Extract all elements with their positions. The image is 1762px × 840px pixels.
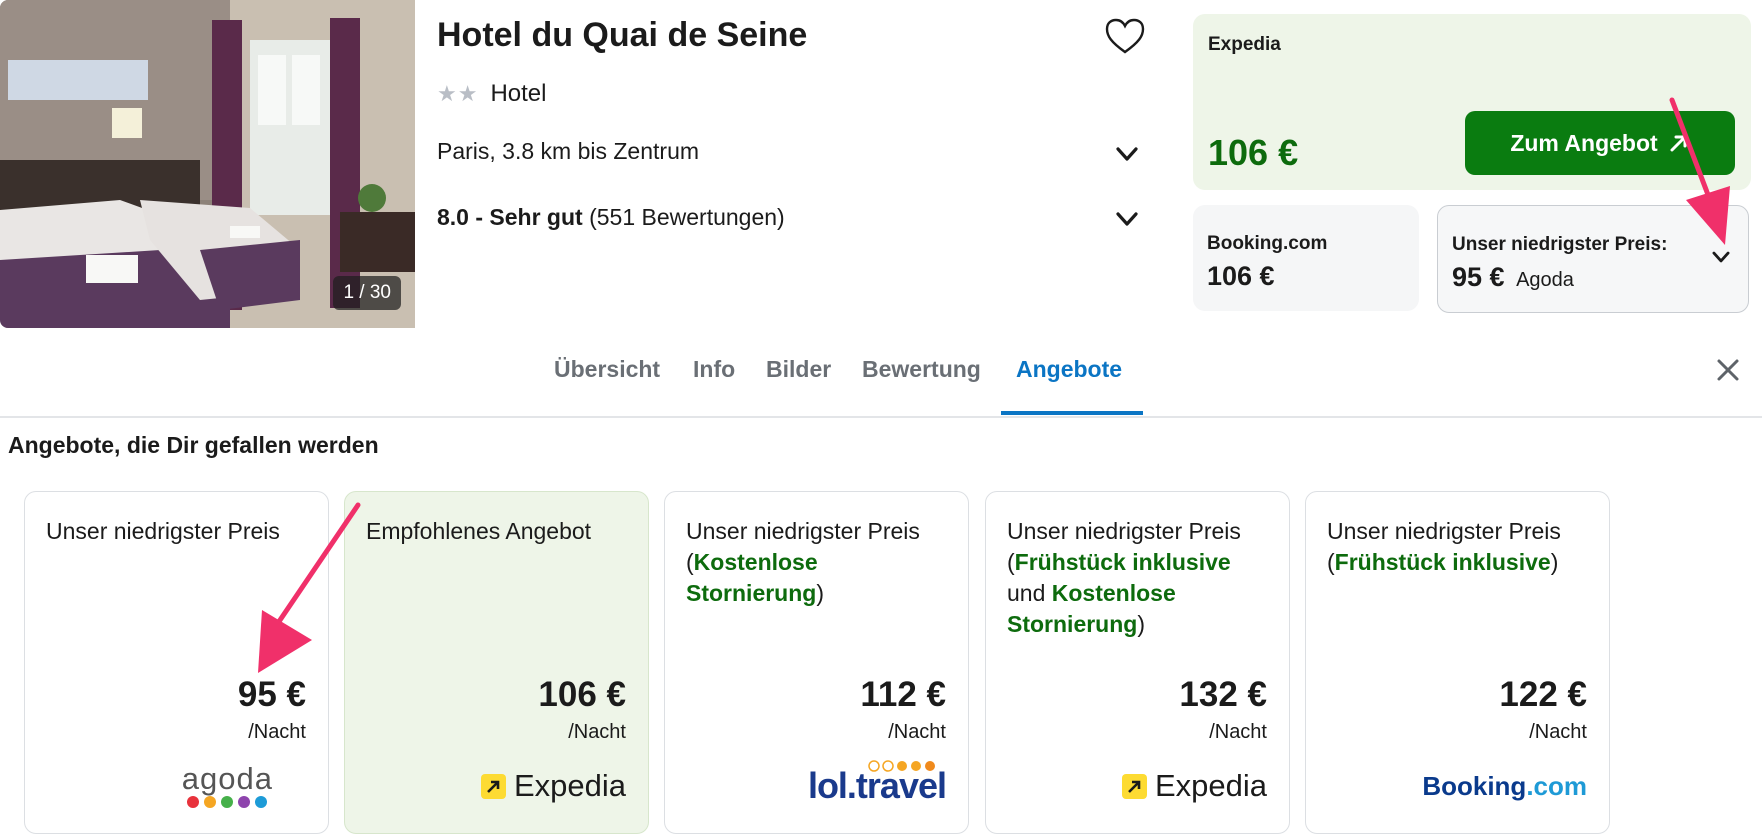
lol-travel-circles-icon	[868, 760, 935, 772]
expedia-logo: Expedia	[480, 760, 626, 812]
card-title-prefix: Unser niedrigster Preis	[686, 518, 920, 544]
hotel-rating: 8.0 - Sehr gut (551 Bewertungen)	[437, 204, 785, 231]
lowest-price-label: Unser niedrigster Preis:	[1452, 234, 1668, 255]
expedia-wordmark: Expedia	[1154, 768, 1267, 803]
card-title-prefix: Unser niedrigster Preis	[1327, 518, 1561, 544]
card-per-night: /Nacht	[888, 721, 946, 743]
offer-card-breakfast[interactable]: Unser niedrigster Preis (Frühstück inklus…	[1305, 491, 1610, 834]
section-title: Angebote, die Dir gefallen werden	[8, 432, 379, 458]
tab-info[interactable]: Info	[693, 356, 735, 383]
hotel-location: Paris, 3.8 km bis Zentrum	[437, 138, 700, 164]
tab-bilder[interactable]: Bilder	[766, 356, 831, 383]
expedia-arrow-icon	[480, 773, 506, 799]
zum-angebot-label: Zum Angebot	[1510, 129, 1658, 156]
tab-bewertung[interactable]: Bewertung	[862, 356, 981, 383]
agoda-logo: agoda	[182, 760, 273, 812]
main-deal-box: Expedia 106 € Zum Angebot	[1193, 14, 1751, 190]
chevron-down-icon[interactable]	[1113, 140, 1141, 168]
booking-deal-box[interactable]: Booking.com 106 €	[1193, 205, 1419, 311]
rating-count: (551 Bewertungen)	[589, 204, 785, 230]
booking-wordmark-main: Booking	[1422, 770, 1527, 801]
card-title: Empfohlenes Angebot	[366, 518, 592, 544]
card-title: Unser niedrigster Preis (Kostenlose Storn…	[686, 518, 920, 606]
rating-score: 8.0 - Sehr gut	[437, 204, 583, 230]
card-highlight-breakfast: Frühstück inklusive	[1334, 549, 1551, 575]
card-per-night: /Nacht	[1209, 721, 1267, 743]
card-per-night: /Nacht	[568, 721, 626, 743]
lowest-price-provider: Agoda	[1516, 269, 1574, 291]
offer-card-breakfast-cancel[interactable]: Unser niedrigster Preis (Frühstück inklus…	[985, 491, 1290, 834]
card-price: 132 €	[1179, 675, 1267, 714]
offer-card-recommended[interactable]: Empfohlenes Angebot 106 € /Nacht Expedia	[344, 491, 649, 834]
hotel-type-row: ★★ Hotel	[437, 80, 546, 108]
lowest-price-amount: 95 €	[1452, 262, 1505, 292]
booking-wordmark-suffix: .com	[1526, 770, 1587, 801]
main-deal-price: 106 €	[1208, 132, 1299, 173]
expedia-wordmark: Expedia	[513, 768, 626, 803]
star-rating-icon: ★★	[437, 81, 479, 106]
lol-travel-logo: lol.travel	[808, 760, 947, 812]
card-highlight-free-cancel: Kostenlose Stornierung	[686, 549, 818, 606]
expedia-logo: Expedia	[1121, 760, 1267, 812]
expedia-arrow-icon	[1121, 773, 1147, 799]
chevron-down-icon[interactable]	[1710, 246, 1732, 268]
active-tab-indicator	[1001, 411, 1143, 415]
card-price: 95 €	[237, 675, 306, 714]
tab-uebersicht[interactable]: Übersicht	[554, 356, 660, 383]
booking-logo: Booking.com	[1422, 760, 1587, 812]
zum-angebot-button[interactable]: Zum Angebot	[1465, 111, 1735, 175]
card-price: 106 €	[538, 675, 626, 714]
agoda-dots-icon	[182, 796, 273, 808]
external-arrow-icon	[1670, 135, 1687, 152]
tab-angebote[interactable]: Angebote	[1016, 356, 1122, 383]
close-icon[interactable]	[1713, 355, 1743, 385]
card-price: 122 €	[1499, 675, 1587, 714]
card-price: 112 €	[860, 675, 946, 714]
offer-card-lowest[interactable]: Unser niedrigster Preis 95 € /Nacht agod…	[24, 491, 329, 834]
agoda-wordmark: agoda	[181, 761, 273, 796]
lowest-price-dropdown[interactable]: Unser niedrigster Preis: 95 € Agoda	[1437, 205, 1749, 313]
lowest-price-value: 95 € Agoda	[1452, 262, 1574, 293]
main-deal-provider: Expedia	[1208, 34, 1281, 55]
booking-deal-label: Booking.com	[1207, 233, 1328, 254]
photo-counter: 1 / 30	[333, 276, 401, 310]
hotel-type: Hotel	[490, 80, 547, 107]
card-connector: und	[1007, 580, 1046, 606]
chevron-down-icon[interactable]	[1113, 205, 1141, 233]
card-title: Unser niedrigster Preis (Frühstück inklus…	[1327, 518, 1561, 575]
booking-wordmark: Booking.com	[1422, 771, 1587, 802]
card-per-night: /Nacht	[248, 721, 306, 743]
hotel-photo[interactable]: 1 / 30	[0, 0, 415, 328]
card-title: Unser niedrigster Preis (Frühstück inklus…	[1007, 518, 1241, 637]
booking-deal-price: 106 €	[1207, 261, 1275, 291]
card-highlight-breakfast: Frühstück inklusive	[1014, 549, 1231, 575]
card-title-prefix: Unser niedrigster Preis	[1007, 518, 1241, 544]
card-per-night: /Nacht	[1529, 721, 1587, 743]
offer-card-free-cancel[interactable]: Unser niedrigster Preis (Kostenlose Storn…	[664, 491, 969, 834]
tab-bar: Übersicht Info Bilder Bewertung Angebote	[0, 330, 1762, 418]
hotel-name: Hotel du Quai de Seine	[437, 16, 808, 54]
card-title: Unser niedrigster Preis	[46, 518, 280, 544]
heart-icon[interactable]	[1105, 18, 1145, 56]
